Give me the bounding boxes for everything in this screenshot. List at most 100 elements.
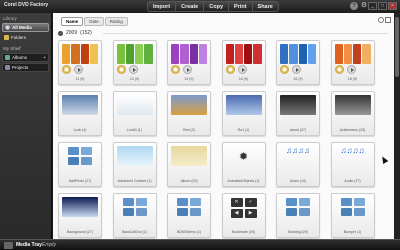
collapse-icon[interactable]: − (58, 30, 63, 36)
media-tile[interactable]: 16 (9) (276, 40, 320, 85)
tab-date[interactable]: Date (84, 17, 104, 26)
menu-import[interactable]: Import (148, 2, 177, 11)
disc-icon (5, 25, 10, 30)
tile-label: Album (29) (180, 179, 198, 183)
media-tile[interactable]: Ro1 (1) (221, 91, 266, 136)
gear-icon[interactable]: ⚙ (360, 2, 368, 10)
tile-label: Background (27) (67, 230, 93, 234)
tile-label: Audio (19) (289, 179, 307, 183)
play-icon[interactable] (292, 65, 301, 74)
play-icon[interactable] (237, 65, 247, 74)
tile-label: Red (2) (183, 128, 195, 132)
title-bar: Corel DVD Factory Import Create Copy Print S… (0, 0, 400, 13)
media-tile[interactable]: Album (29) (167, 142, 211, 187)
tile-label: BackCallOut (1) (122, 230, 147, 234)
tile-label: Bumper (1) (343, 230, 362, 234)
menu-share[interactable]: Share (253, 2, 278, 11)
minimize-button[interactable]: _ (368, 2, 377, 10)
tile-label: Advanced Content (1) (117, 179, 152, 183)
tile-label: about (27) (290, 128, 306, 132)
menu-copy[interactable]: Copy (204, 2, 229, 11)
tile-thumbnail (280, 197, 316, 217)
play-icon[interactable] (346, 65, 356, 74)
sidebar-item-label: Folders (11, 35, 27, 40)
tile-thumbnail (334, 44, 371, 64)
tile-thumbnail (62, 95, 98, 115)
menu-create[interactable]: Create (176, 2, 205, 11)
media-tile[interactable]: about (27) (276, 91, 320, 136)
sidebar-item-all-media[interactable]: All Media (2, 23, 49, 32)
tile-thumbnail: ✕ ✓ ◀ ▶ (226, 197, 262, 218)
app-title: Corel DVD Factory (4, 2, 49, 8)
media-tile[interactable]: 18 (9) (330, 40, 375, 85)
disc-icon (225, 65, 235, 74)
media-tile[interactable]: AddPhoto (27) (58, 142, 102, 187)
tab-rating[interactable]: Rating (104, 17, 128, 26)
tile-label: Ro1 (1) (237, 128, 250, 132)
sidebar: Library All Media Folders My Shelf Albums… (0, 13, 52, 248)
menu-print[interactable]: Print (229, 2, 253, 11)
tile-thumbnail (117, 197, 153, 217)
media-tile[interactable]: BackCallOut (1) (112, 193, 157, 238)
media-tile[interactable]: 13 (9) (167, 40, 211, 85)
media-tile[interactable]: Background (27) (58, 193, 102, 238)
sidebar-item-albums[interactable]: Albums + (2, 53, 49, 62)
tray-state: Empty (42, 242, 57, 248)
media-tile[interactable]: ♫♫♫♫ Audio (19) (276, 142, 320, 187)
scrollbar-thumb[interactable] (395, 17, 399, 77)
media-tile[interactable]: Look (4) (58, 91, 102, 136)
sidebar-item-folders[interactable]: Folders (2, 33, 49, 42)
media-tile[interactable]: Red (2) (167, 91, 211, 136)
close-button[interactable]: × (388, 2, 397, 10)
media-tile[interactable]: Bowling (29) (276, 193, 320, 238)
media-tile[interactable]: 11 (9) (58, 40, 102, 85)
tile-thumbnail (280, 44, 316, 64)
disc-icon (171, 65, 180, 74)
tile-label: AnimatedObjects (1) (227, 179, 260, 183)
window-controls: _ □ × (368, 2, 397, 10)
tile-thumbnail: ✹ (226, 146, 262, 166)
tile-thumbnail: ♫♫♫♫ (335, 146, 371, 166)
tab-name[interactable]: Name (61, 17, 84, 26)
maximize-button[interactable]: □ (378, 2, 387, 10)
year-count: (152) (80, 30, 92, 36)
sidebar-item-label: Projects (12, 65, 29, 70)
media-tile[interactable]: Actionmenu (29) (330, 91, 375, 136)
tile-label: Bookmark (29) (232, 230, 255, 234)
add-icon[interactable]: + (43, 55, 46, 61)
play-icon[interactable] (183, 65, 192, 74)
tray-icon (4, 242, 13, 249)
media-library: Name Date Rating − 2009 (152) 11 (9) 12 (9)… (53, 13, 394, 239)
media-tile[interactable]: 15 (9) (221, 40, 266, 85)
media-tile[interactable]: ✕ ✓ ◀ ▶ Bookmark (29) (221, 193, 266, 238)
play-icon[interactable] (128, 65, 138, 74)
year-label: 2009 (66, 30, 78, 36)
media-tile[interactable]: ♫♫♫♫ Audio (27) (330, 142, 375, 187)
sidebar-item-label: All Media (12, 25, 32, 30)
tile-label: Bowling (29) (288, 230, 308, 234)
sidebar-item-projects[interactable]: Projects (2, 63, 49, 72)
play-icon[interactable] (74, 65, 83, 74)
media-tile[interactable]: Bumper (1) (330, 193, 375, 238)
media-tile[interactable]: Look3 (1) (112, 91, 157, 136)
tile-label: 18 (9) (347, 77, 358, 81)
button-glyph-icon: ✕ (230, 198, 243, 207)
year-group-header[interactable]: − 2009 (152) (58, 30, 92, 36)
tile-thumbnail (62, 146, 98, 166)
scrollbar[interactable] (394, 13, 400, 239)
media-tile[interactable]: Advanced Content (1) (112, 142, 157, 187)
tile-thumbnail (335, 197, 371, 217)
media-tile[interactable]: ✹ AnimatedObjects (1) (221, 142, 266, 187)
help-icon[interactable]: ? (350, 2, 358, 10)
grid-view-icon[interactable] (385, 17, 391, 23)
button-glyph-icon: ◀ (230, 209, 243, 218)
media-tile[interactable]: BDMVMenu (1) (167, 193, 211, 238)
disc-icon (334, 65, 344, 74)
media-tray[interactable]: Media Tray Empty (0, 239, 400, 250)
tray-label: Media Tray (16, 242, 42, 248)
tile-label: Look3 (1) (127, 128, 142, 132)
search-icon[interactable] (378, 17, 384, 23)
button-glyph-icon: ✓ (244, 198, 257, 207)
tile-thumbnail (171, 197, 207, 217)
media-tile[interactable]: 12 (9) (112, 40, 157, 85)
